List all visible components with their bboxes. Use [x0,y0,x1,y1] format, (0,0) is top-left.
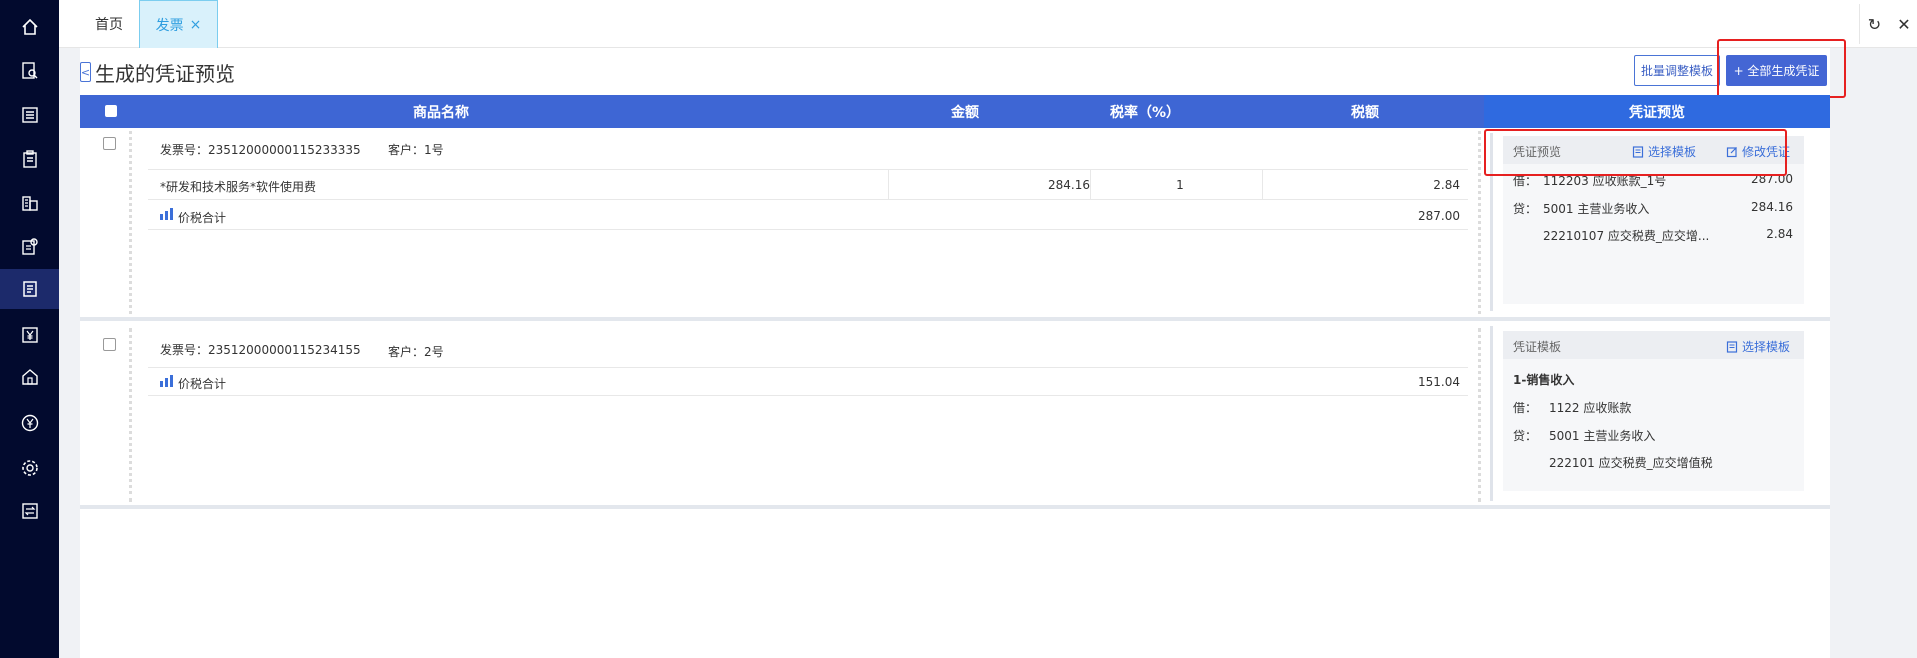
voucher-amount: 284.16 [1751,200,1793,214]
tab-close-icon[interactable]: × [190,17,202,33]
separator [148,199,1468,200]
tab-home[interactable]: 首页 [74,0,144,48]
main-content: < 生成的凭证预览 批量调整模板 + 全部生成凭证 商品名称 金额 税率（%） … [80,39,1846,658]
separator [148,395,1468,396]
yen-circle-icon [21,414,38,432]
bar-chart-icon [160,375,173,387]
template-icon [1726,340,1738,353]
voucher-dc: 贷： [1513,202,1538,216]
separator [148,169,1468,170]
row-divider [1478,328,1484,502]
voucher-account: 5001 主营业务收入 [1549,429,1656,443]
sidebar-item-invoice[interactable] [0,269,59,309]
separator [888,169,889,199]
customer-name: 客户：1号 [388,143,444,157]
header-tax-rate: 税率（%） [1109,104,1181,121]
sidebar-item-query[interactable] [0,51,59,91]
invoice-icon [22,281,37,297]
building-icon [21,196,38,211]
separator [1090,169,1091,199]
home-icon [21,18,38,35]
separator [1262,169,1263,199]
list-icon [21,107,38,123]
total-label: 价税合计 [178,211,227,225]
header-product-name: 商品名称 [413,104,469,121]
row-checkbox[interactable] [103,137,116,150]
panel-divider [1490,326,1493,501]
refresh-icon[interactable]: ↻ [1859,4,1889,44]
product-tax-rate: 1 [1176,178,1184,192]
voucher-amount: 2.84 [1766,227,1793,241]
header-tax: 税额 [1351,104,1379,121]
voucher-account: 5001 主营业务收入 [1543,202,1650,216]
table-header: 商品名称 金额 税率（%） 税额 凭证预览 [80,95,1830,128]
house-icon [21,369,38,385]
total-label: 价税合计 [178,377,227,391]
voucher-account: 1122 应收账款 [1549,401,1632,415]
header-voucher-preview: 凭证预览 [1484,95,1830,128]
sidebar-item-clipboard[interactable] [0,139,59,179]
voucher-account: 22210107 应交税费_应交增... [1543,229,1710,243]
total-amount: 287.00 [1418,209,1460,223]
sidebar-item-house[interactable] [0,357,59,397]
yen-doc-icon [21,327,38,343]
sidebar [0,0,59,658]
gear-icon [21,460,38,476]
select-template-link[interactable]: 选择模板 [1726,338,1790,355]
sidebar-item-building[interactable] [0,183,59,223]
row-divider [129,328,135,502]
voucher-template-panel: 凭证模板 选择模板 1-销售收入 借： 1122 应收账款 贷： 5001 主营… [1503,331,1804,491]
sidebar-item-list[interactable] [0,95,59,135]
highlight-box [1484,129,1787,176]
sidebar-item-transfer[interactable] [0,491,59,531]
page-title: < 生成的凭证预览 [80,61,235,86]
batch-adjust-template-button[interactable]: 批量调整模板 [1634,55,1720,86]
invoice-row: 发票号：23512000000115234155 客户：2号 价税合计 151.… [80,321,1830,509]
sidebar-item-settings[interactable] [0,448,59,488]
voucher-account: 222101 应交税费_应交增值税 [1549,456,1713,470]
transfer-icon [21,503,38,519]
search-doc-icon [21,62,37,79]
product-tax: 2.84 [1433,178,1460,192]
separator [148,367,1468,368]
sidebar-item-money[interactable] [0,403,59,443]
select-all-checkbox[interactable] [105,105,117,117]
template-name: 1-销售收入 [1513,373,1575,387]
customer-name: 客户：2号 [388,345,444,359]
bar-chart-icon [160,208,173,220]
row-checkbox[interactable] [103,338,116,351]
sidebar-item-finance[interactable] [0,315,59,355]
back-icon[interactable]: < [80,62,91,82]
sidebar-item-settings-doc[interactable] [0,227,59,267]
invoice-number: 发票号：23512000000115234155 [160,343,361,357]
voucher-dc: 借： [1513,401,1538,415]
product-name: *研发和技术服务*软件使用费 [160,180,317,194]
separator [148,229,1468,230]
close-all-icon[interactable]: ✕ [1889,4,1917,44]
sidebar-item-home[interactable] [0,7,59,47]
product-amount: 284.16 [1048,178,1090,192]
tab-invoice[interactable]: 发票 × [139,0,218,48]
highlight-box [1717,39,1846,98]
total-amount: 151.04 [1418,375,1460,389]
voucher-dc: 贷： [1513,429,1538,443]
top-tab-bar: 首页 发票 × ↻ ✕ [59,0,1917,48]
doc-gear-icon [21,238,38,255]
row-divider [129,131,135,314]
clipboard-icon [22,150,37,168]
invoice-number: 发票号：23512000000115233335 [160,143,361,157]
header-amount: 金额 [951,104,979,121]
